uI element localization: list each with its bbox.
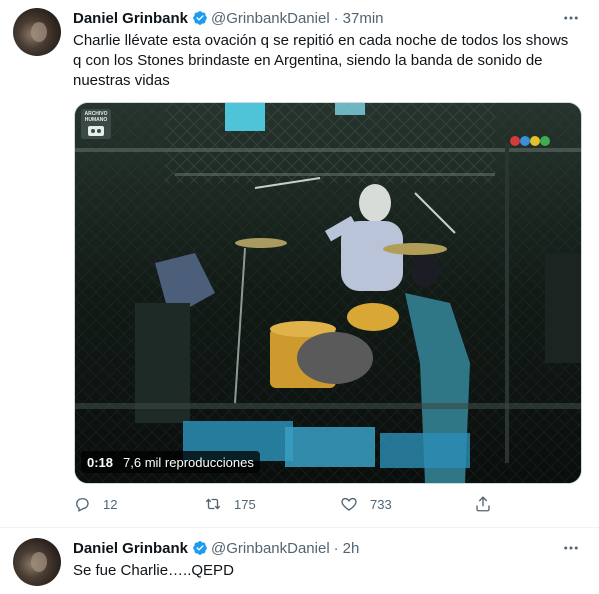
timestamp[interactable]: 37min [343, 10, 384, 27]
tweet-header: Daniel Grinbank @GrinbankDaniel · 2h [73, 538, 359, 558]
retweet-icon [205, 498, 221, 510]
separator-dot: · [333, 9, 339, 27]
separator-dot: · [333, 539, 339, 557]
watermark: ARCHIVO HUMANO [81, 109, 111, 139]
tweet[interactable]: Daniel Grinbank @GrinbankDaniel · 37min … [0, 0, 599, 528]
tweet-actions: 12 175 733 [73, 494, 553, 514]
verified-badge-icon [193, 541, 207, 555]
share-icon [476, 496, 490, 512]
retweet-count: 175 [234, 496, 256, 512]
tweet-header: Daniel Grinbank @GrinbankDaniel · 37min [73, 8, 384, 28]
video-duration: 0:18 [87, 454, 114, 470]
archive-icon [88, 126, 104, 136]
reply-count: 12 [103, 496, 118, 512]
author-name[interactable]: Daniel Grinbank [73, 10, 188, 27]
video-views: 7,6 mil reproducciones [123, 454, 254, 470]
more-icon[interactable] [561, 538, 581, 558]
verified-badge-icon [193, 11, 207, 25]
watermark-label: ARCHIVO HUMANO [84, 111, 108, 123]
avatar[interactable] [13, 538, 61, 586]
share-button[interactable] [474, 495, 492, 513]
author-name[interactable]: Daniel Grinbank [73, 540, 188, 557]
reply-button[interactable]: 12 [73, 495, 117, 513]
like-icon [341, 497, 357, 511]
author-handle[interactable]: @GrinbankDaniel [211, 540, 330, 557]
reply-icon [76, 498, 89, 512]
tweet[interactable]: Daniel Grinbank @GrinbankDaniel · 2h Se … [0, 528, 599, 594]
like-button[interactable]: 733 [340, 495, 392, 513]
video-player[interactable]: ARCHIVO HUMANO 0:18 7,6 mil reproduccion… [74, 102, 582, 484]
video-info-badge: 0:18 7,6 mil reproducciones [81, 451, 260, 473]
video-frame [75, 103, 581, 483]
retweet-button[interactable]: 175 [204, 495, 256, 513]
like-count: 733 [370, 496, 392, 512]
more-icon[interactable] [561, 8, 581, 28]
author-handle[interactable]: @GrinbankDaniel [211, 10, 330, 27]
timestamp[interactable]: 2h [343, 540, 360, 557]
tweet-text: Se fue Charlie…..QEPD [73, 562, 234, 579]
tweet-text: Charlie llévate esta ovación q se repiti… [73, 32, 573, 89]
avatar[interactable] [13, 8, 61, 56]
